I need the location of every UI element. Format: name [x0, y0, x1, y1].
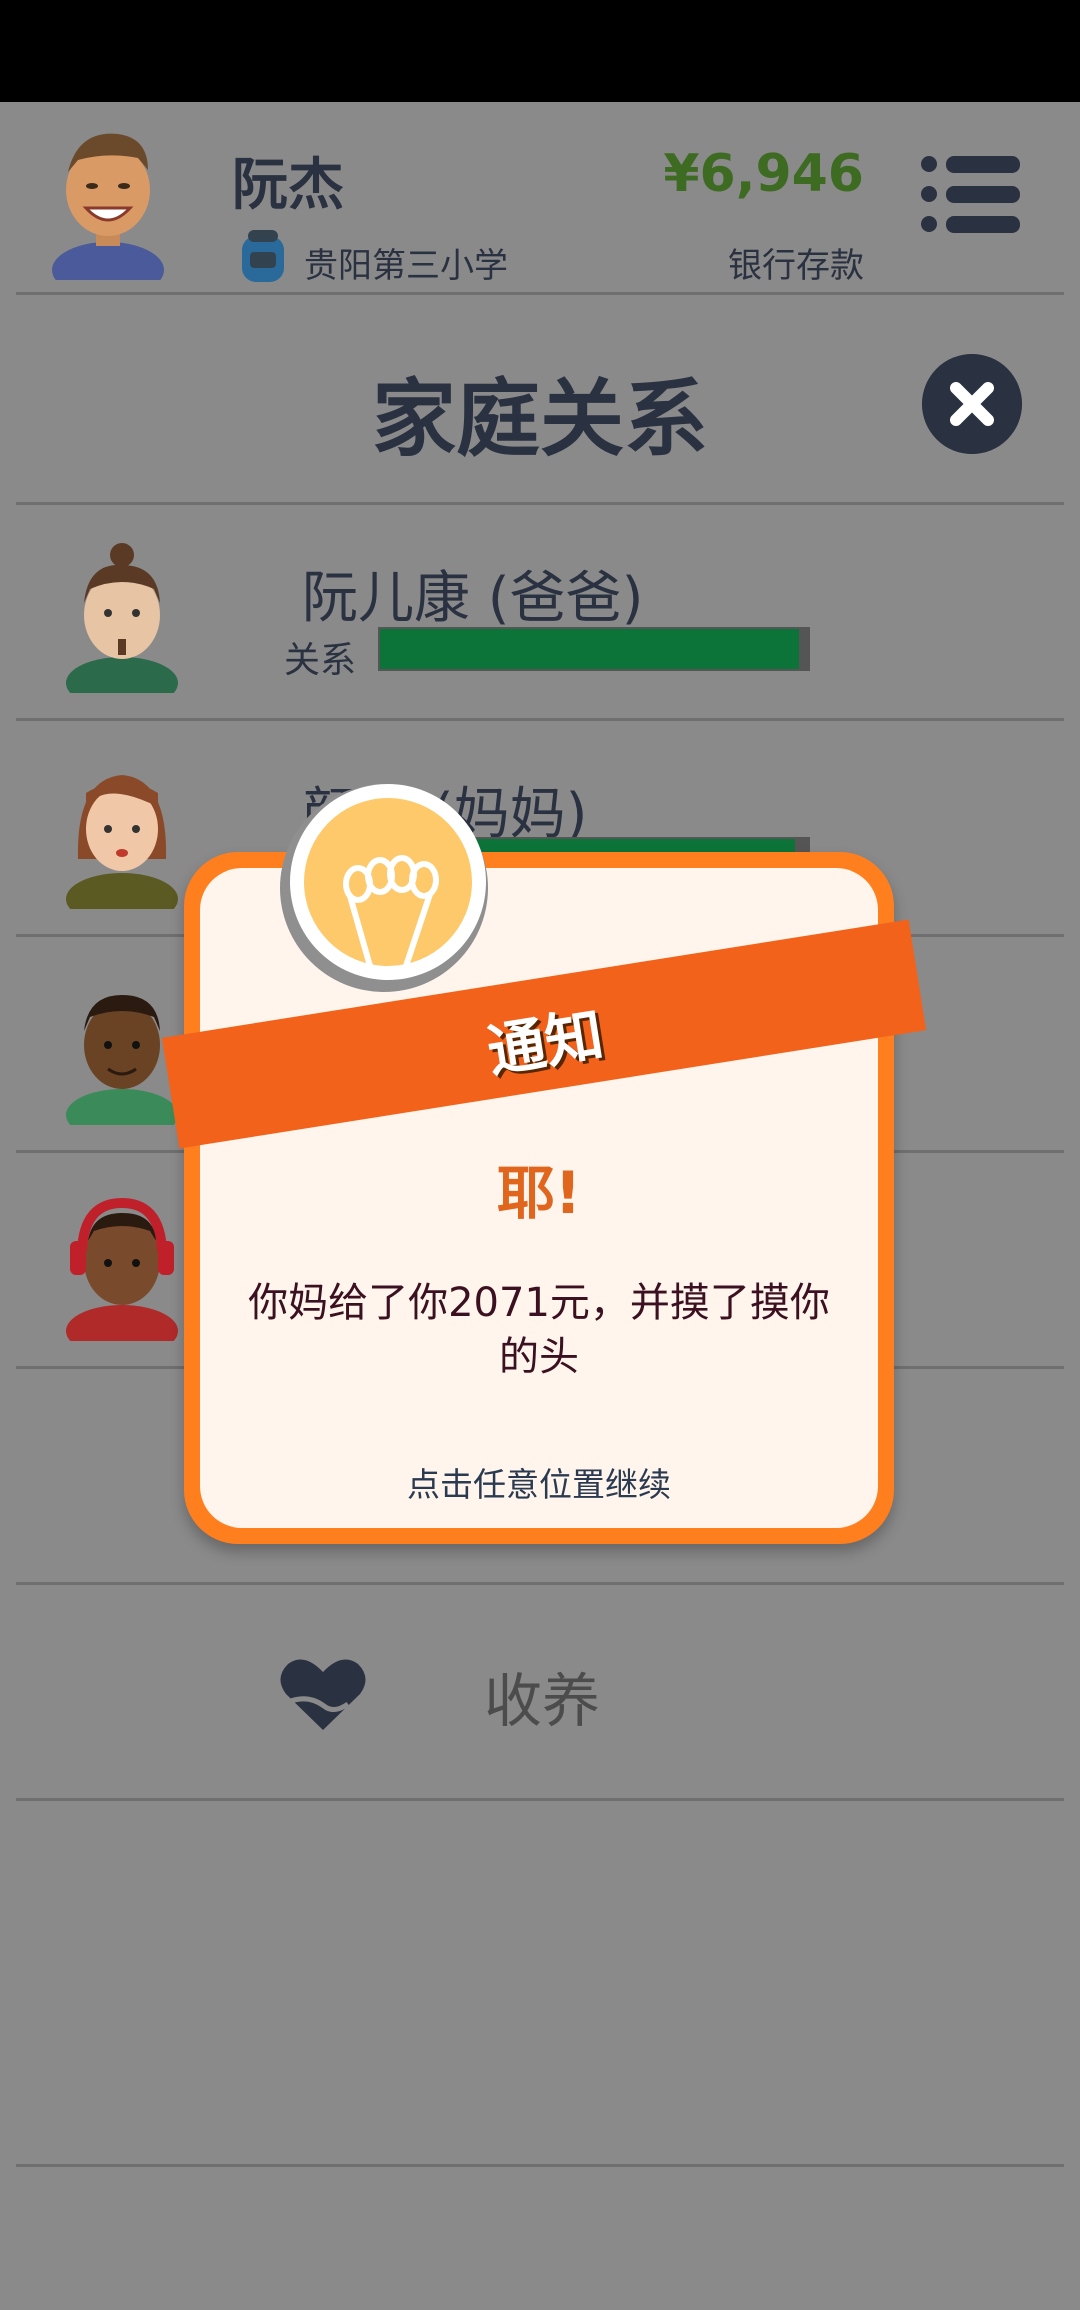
family-member-row[interactable]: 阮儿康 (爸爸) 关系 — [0, 505, 1080, 720]
adopt-button[interactable]: 收养 — [484, 1654, 600, 1738]
notification-message: 你妈给了你2071元，并摸了摸你的头 — [248, 1280, 830, 1380]
player-avatar[interactable] — [48, 120, 168, 280]
close-icon[interactable] — [922, 354, 1022, 454]
bank-balance: ¥6,946 — [663, 144, 864, 204]
menu-icon[interactable] — [920, 154, 1022, 234]
divider — [16, 1582, 1064, 1585]
status-bar — [0, 0, 1080, 102]
relation-bar-fill — [380, 629, 800, 669]
father-avatar — [66, 543, 178, 693]
heart-hands-icon[interactable] — [278, 1654, 368, 1734]
backpack-icon — [242, 230, 284, 282]
player-header: 阮杰 贵阳第三小学 ¥6,946 银行存款 — [0, 102, 1080, 292]
notification-heading: 耶! — [496, 1159, 582, 1227]
mother-avatar — [66, 775, 178, 909]
tap-to-continue-hint[interactable]: 点击任意位置继续 — [184, 1458, 894, 1506]
divider — [16, 2164, 1064, 2167]
sibling-avatar — [66, 1197, 178, 1341]
bank-balance-label: 银行存款 — [728, 246, 864, 286]
player-name: 阮杰 — [232, 153, 344, 218]
family-member-name: 阮儿康 (爸爸) — [302, 566, 644, 631]
divider — [16, 1798, 1064, 1801]
relation-bar — [378, 627, 810, 671]
divider — [16, 292, 1064, 295]
school-name: 贵阳第三小学 — [304, 246, 508, 286]
relation-label: 关系 — [284, 640, 357, 681]
page-title: 家庭关系 — [371, 370, 708, 468]
